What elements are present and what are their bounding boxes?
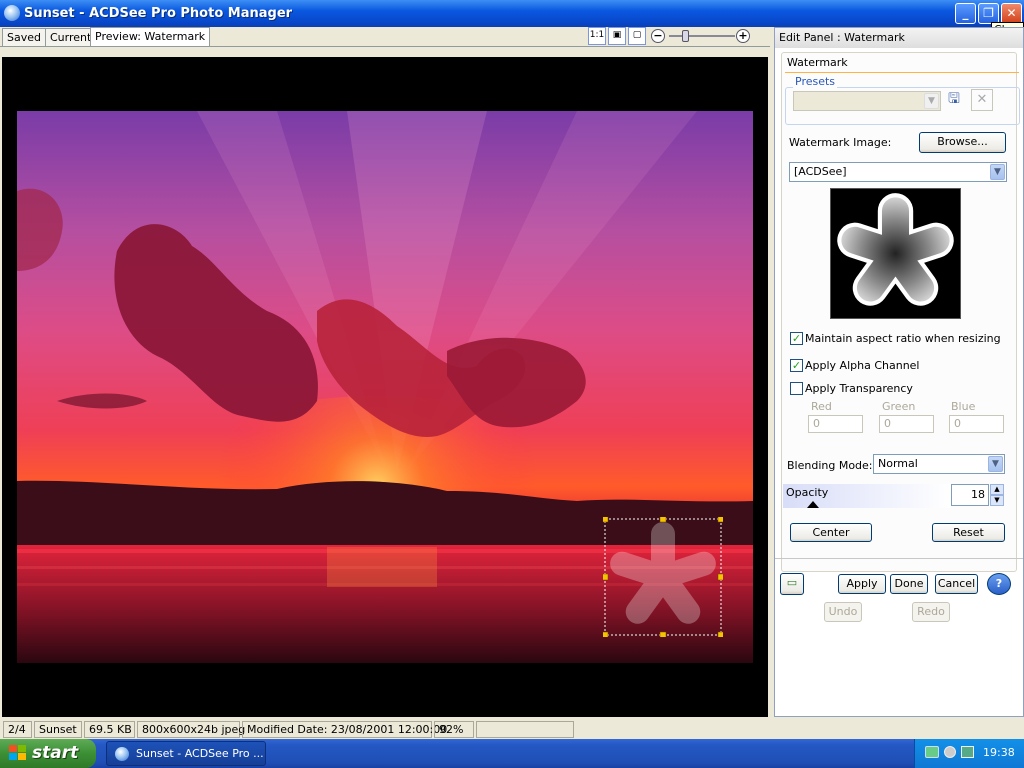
tab-saved[interactable]: Saved bbox=[2, 28, 46, 46]
opacity-value-field[interactable]: 18 bbox=[951, 484, 989, 506]
tray-device-icon[interactable] bbox=[925, 746, 939, 758]
opacity-up-icon[interactable]: ▲ bbox=[990, 484, 1004, 495]
windows-logo-icon bbox=[9, 745, 27, 762]
watermark-image-select[interactable]: [ACDSee] ▼ bbox=[789, 162, 1007, 182]
edit-panel: Edit Panel : Watermark Watermark Presets… bbox=[774, 27, 1024, 717]
chevron-down-icon: ▼ bbox=[988, 456, 1003, 472]
status-zoom: 92% bbox=[434, 721, 474, 738]
status-dimensions: 800x600x24b jpeg bbox=[137, 721, 245, 738]
opacity-label: Opacity bbox=[786, 486, 829, 499]
start-button[interactable]: start bbox=[0, 739, 96, 768]
center-button[interactable]: Center bbox=[790, 523, 872, 542]
tray-volume-icon[interactable] bbox=[944, 746, 956, 758]
watermark-image-label: Watermark Image: bbox=[789, 136, 892, 149]
edit-panel-header: Edit Panel : Watermark bbox=[775, 28, 1023, 48]
app-icon[interactable] bbox=[4, 5, 20, 21]
green-label: Green bbox=[882, 400, 916, 413]
save-preset-icon[interactable]: 🖫 bbox=[944, 89, 964, 111]
green-spinner[interactable]: 0 bbox=[879, 415, 934, 433]
actual-size-button[interactable]: 1:1 bbox=[588, 27, 606, 45]
undo-button[interactable]: Undo bbox=[824, 602, 862, 622]
start-label: start bbox=[32, 743, 79, 763]
zoom-out-icon[interactable]: − bbox=[651, 29, 665, 43]
cancel-button[interactable]: Cancel bbox=[935, 574, 978, 594]
watermark-image-value: [ACDSee] bbox=[794, 165, 847, 178]
close-button[interactable]: ✕ bbox=[1001, 3, 1022, 24]
title-bar[interactable]: Sunset - ACDSee Pro Photo Manager _ ❐ ✕ bbox=[0, 0, 1024, 27]
apply-alpha-checkbox[interactable]: ✓ bbox=[790, 359, 803, 372]
chevron-down-icon: ▼ bbox=[924, 93, 939, 109]
status-index: 2/4 bbox=[3, 721, 32, 738]
red-label: Red bbox=[811, 400, 832, 413]
blending-mode-label: Blending Mode: bbox=[787, 459, 873, 472]
help-icon[interactable]: ? bbox=[987, 573, 1011, 595]
blue-spinner[interactable]: 0 bbox=[949, 415, 1004, 433]
status-bar: 2/4 Sunset 69.5 KB 800x600x24b jpeg Modi… bbox=[0, 719, 1024, 739]
status-empty bbox=[476, 721, 574, 738]
sunset-photo[interactable] bbox=[17, 111, 753, 663]
opacity-value: 18 bbox=[971, 488, 985, 501]
tray-network-icon[interactable] bbox=[961, 746, 974, 758]
taskbar-app-label: Sunset - ACDSee Pro ... bbox=[136, 747, 264, 760]
opacity-down-icon[interactable]: ▼ bbox=[990, 495, 1004, 506]
apply-transparency-label[interactable]: Apply Transparency bbox=[805, 382, 913, 395]
presets-label: Presets bbox=[793, 75, 838, 88]
taskbar-app-button[interactable]: Sunset - ACDSee Pro ... bbox=[106, 741, 266, 766]
status-filename: Sunset bbox=[34, 721, 82, 738]
apply-button[interactable]: Apply bbox=[838, 574, 886, 594]
red-value: 0 bbox=[813, 417, 820, 430]
blue-value: 0 bbox=[954, 417, 961, 430]
system-tray: 19:38 bbox=[914, 739, 1024, 768]
watermark-group-title: Watermark bbox=[787, 56, 848, 69]
blending-mode-value: Normal bbox=[878, 457, 918, 470]
done-button[interactable]: Done bbox=[890, 574, 928, 594]
image-toggle-icon[interactable]: ▭ bbox=[780, 573, 804, 595]
reset-button[interactable]: Reset bbox=[932, 523, 1005, 542]
watermark-preview bbox=[830, 188, 961, 319]
apply-transparency-checkbox[interactable] bbox=[790, 382, 803, 395]
zoom-slider-thumb[interactable] bbox=[682, 30, 689, 42]
group-accent-line bbox=[785, 72, 1019, 73]
tray-clock: 19:38 bbox=[983, 746, 1015, 759]
delete-preset-icon[interactable]: ✕ bbox=[971, 89, 993, 111]
zoom-slider-track[interactable] bbox=[669, 35, 735, 37]
acdsee-app-icon bbox=[115, 747, 129, 761]
blending-mode-select[interactable]: Normal ▼ bbox=[873, 454, 1005, 474]
red-spinner[interactable]: 0 bbox=[808, 415, 863, 433]
chevron-down-icon: ▼ bbox=[990, 164, 1005, 180]
fit-width-button[interactable]: ▢ bbox=[628, 27, 646, 45]
fit-image-button[interactable]: ▣ bbox=[608, 27, 626, 45]
window-title: Sunset - ACDSee Pro Photo Manager bbox=[24, 6, 293, 21]
opacity-slider-thumb[interactable] bbox=[807, 501, 819, 508]
blue-label: Blue bbox=[951, 400, 976, 413]
restore-button[interactable]: ❐ bbox=[978, 3, 999, 24]
maintain-aspect-label[interactable]: Maintain aspect ratio when resizing bbox=[805, 332, 1001, 345]
status-filesize: 69.5 KB bbox=[84, 721, 135, 738]
minimize-button[interactable]: _ bbox=[955, 3, 976, 24]
asterisk-flower-icon bbox=[837, 193, 954, 306]
apply-alpha-label[interactable]: Apply Alpha Channel bbox=[805, 359, 920, 372]
browse-button[interactable]: Browse... bbox=[919, 132, 1006, 153]
tab-divider bbox=[0, 46, 770, 47]
maintain-aspect-checkbox[interactable]: ✓ bbox=[790, 332, 803, 345]
zoom-in-icon[interactable]: + bbox=[736, 29, 750, 43]
watermark-overlay[interactable] bbox=[603, 517, 723, 637]
tab-current[interactable]: Current bbox=[45, 28, 97, 46]
presets-select[interactable]: ▼ bbox=[793, 91, 941, 111]
tab-preview-watermark[interactable]: Preview: Watermark bbox=[90, 27, 211, 47]
green-value: 0 bbox=[884, 417, 891, 430]
status-modified-date: Modified Date: 23/08/2001 12:00:00 bbox=[242, 721, 447, 738]
panel-divider bbox=[775, 558, 1023, 559]
redo-button[interactable]: Redo bbox=[912, 602, 950, 622]
